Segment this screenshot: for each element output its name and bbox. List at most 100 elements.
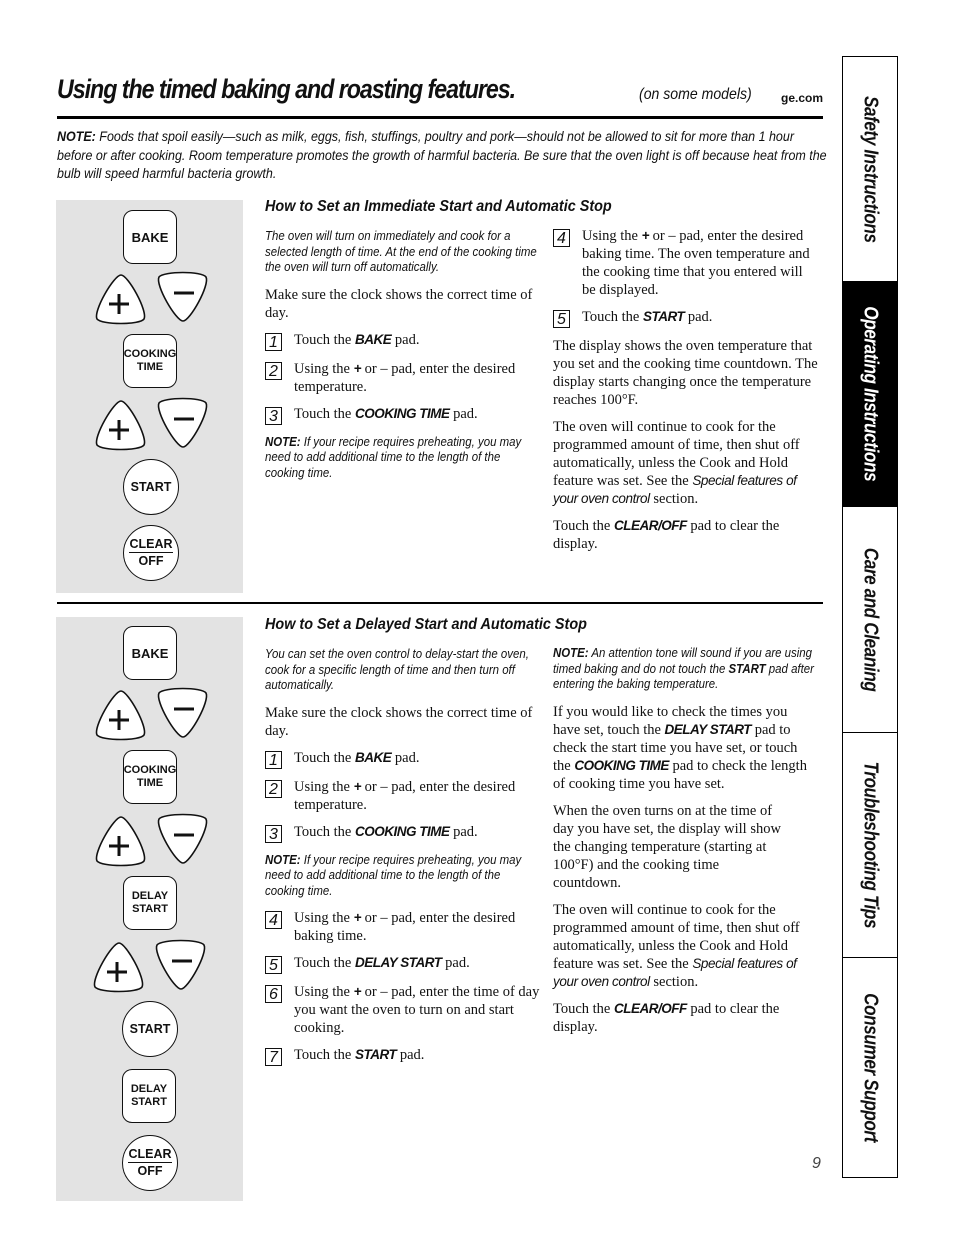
note-label: NOTE: xyxy=(553,645,589,660)
preheat-note: NOTE: If your recipe requires preheating… xyxy=(265,852,538,899)
text: Using the xyxy=(294,910,354,926)
text: Touch the xyxy=(294,1047,355,1063)
tab-label: Troubleshooting Tips xyxy=(859,761,882,929)
pad-label: TIME xyxy=(136,777,164,789)
pad-label: START xyxy=(132,903,168,915)
step-number: 3 xyxy=(265,824,282,843)
step-item: 5 Touch the DELAY START pad. xyxy=(265,954,540,974)
bake-pad[interactable]: BAKE xyxy=(123,626,177,680)
tab-care-and-cleaning[interactable]: Care and Cleaning xyxy=(843,507,897,733)
text: Using the xyxy=(294,778,354,795)
step-number: 1 xyxy=(265,332,282,351)
clear-text: Touch the CLEAR/OFF pad to clear the dis… xyxy=(553,517,818,553)
delayed-right-column: NOTE: An attention tone will sound if yo… xyxy=(553,645,818,1045)
tab-operating-instructions[interactable]: Operating Instructions xyxy=(843,282,897,507)
text: pad. xyxy=(684,309,713,325)
clear-off-pad[interactable]: CLEAR OFF xyxy=(123,525,179,581)
text: section. xyxy=(649,973,699,990)
section-divider xyxy=(57,602,823,604)
clock-text: Make sure the clock shows the correct ti… xyxy=(265,286,533,321)
delay-start-pad[interactable]: DELAY START xyxy=(122,1069,176,1123)
bake-pad[interactable]: BAKE xyxy=(123,210,177,264)
note-text: If your recipe requires preheating, you … xyxy=(265,433,522,480)
text: Touch the xyxy=(294,331,355,348)
pad-label: START xyxy=(131,1096,167,1108)
section-tabs: Safety Instructions Operating Instructio… xyxy=(842,56,898,1178)
plus-pad[interactable] xyxy=(90,941,148,993)
note-text: Foods that spoil easily—such as milk, eg… xyxy=(57,129,827,182)
bold-text: COOKING TIME xyxy=(355,405,450,421)
bold-text: DELAY START xyxy=(355,955,442,970)
page-title: Using the timed baking and roasting feat… xyxy=(57,74,516,104)
step-text: Using the + or – pad, enter the desired … xyxy=(582,227,818,299)
step-item: 3 Touch the COOKING TIME pad. xyxy=(265,823,540,843)
tab-safety-instructions[interactable]: Safety Instructions xyxy=(843,57,897,282)
step-text: Touch the BAKE pad. xyxy=(294,749,540,767)
text: Touch the xyxy=(553,1000,614,1017)
pad-label: CLEAR xyxy=(128,1147,172,1163)
cooking-time-pad[interactable]: COOKING TIME xyxy=(123,334,177,388)
section-heading-delayed: How to Set a Delayed Start and Automatic… xyxy=(265,616,587,633)
intro-text: You can set the oven control to delay-st… xyxy=(265,646,529,692)
step-text: Touch the START pad. xyxy=(582,308,818,326)
cooking-time-pad[interactable]: COOKING TIME xyxy=(123,750,177,804)
step-item: 7 Touch the START pad. xyxy=(265,1046,540,1066)
plus-pad[interactable] xyxy=(92,273,150,325)
step-number: 2 xyxy=(265,779,282,798)
bold-text: + xyxy=(353,984,362,999)
text: pad. xyxy=(449,405,478,422)
plus-pad[interactable] xyxy=(92,689,150,741)
delay-start-pad[interactable]: DELAY START xyxy=(123,876,177,930)
bold-text: CLEAR/OFF xyxy=(614,518,687,533)
continue-text: The oven will continue to cook for the p… xyxy=(553,418,818,508)
bold-text: COOKING TIME xyxy=(355,823,450,839)
step-text: Touch the COOKING TIME pad. xyxy=(294,823,540,841)
pad-label: OFF xyxy=(137,1164,163,1178)
step-item: 4 Using the + or – pad, enter the desired… xyxy=(265,909,540,945)
plus-pad[interactable] xyxy=(92,815,150,867)
minus-pad[interactable] xyxy=(154,397,212,449)
bold-text: CLEAR/OFF xyxy=(614,1000,687,1016)
text: Using the xyxy=(582,228,642,244)
step-item: 5 Touch the START pad. xyxy=(553,308,818,328)
bold-text: + xyxy=(353,360,362,376)
page-header: Using the timed baking and roasting feat… xyxy=(57,74,823,114)
minus-pad[interactable] xyxy=(154,813,212,865)
bold-text: START xyxy=(355,1047,397,1062)
step-number: 1 xyxy=(265,750,282,769)
bold-text: START xyxy=(728,660,766,676)
text: section. xyxy=(649,491,699,507)
start-pad[interactable]: START xyxy=(122,1001,178,1057)
site-link[interactable]: ge.com xyxy=(781,91,823,105)
clear-text: Touch the CLEAR/OFF pad to clear the dis… xyxy=(553,1000,818,1036)
immediate-right-column: 4 Using the + or – pad, enter the desired… xyxy=(553,227,818,562)
page-subtitle: (on some models) xyxy=(639,86,752,103)
step-item: 6 Using the + or – pad, enter the time of… xyxy=(265,983,540,1037)
step-number: 5 xyxy=(553,310,570,328)
step-item: 2 Using the + or – pad, enter the desired… xyxy=(265,778,540,814)
bold-text: COOKING TIME xyxy=(574,757,669,773)
pad-label: TIME xyxy=(136,361,164,373)
tab-troubleshooting-tips[interactable]: Troubleshooting Tips xyxy=(843,733,897,958)
start-pad[interactable]: START xyxy=(123,459,179,515)
text: Touch the xyxy=(582,309,643,325)
bold-text: START xyxy=(643,309,685,324)
pad-label: COOKING xyxy=(123,348,177,360)
step-text: Using the + or – pad, enter the desired … xyxy=(294,909,540,945)
immediate-left-column: The oven will turn on immediately and co… xyxy=(265,228,540,480)
header-rule xyxy=(57,116,823,119)
tab-consumer-support[interactable]: Consumer Support xyxy=(843,958,897,1177)
clear-off-pad[interactable]: CLEAR OFF xyxy=(122,1135,178,1191)
pad-label: DELAY xyxy=(131,890,169,902)
step-item: 1 Touch the BAKE pad. xyxy=(265,331,540,351)
tab-label: Safety Instructions xyxy=(859,95,882,243)
minus-pad[interactable] xyxy=(152,939,210,991)
minus-pad[interactable] xyxy=(154,271,212,323)
plus-pad[interactable] xyxy=(92,399,150,451)
minus-pad[interactable] xyxy=(154,687,212,739)
step-number: 2 xyxy=(265,361,282,380)
text: Touch the xyxy=(294,405,355,422)
pad-label: CLEAR xyxy=(129,537,173,553)
control-panel-delayed: BAKE COOKING TIME DELAY START START DELAY S… xyxy=(56,617,243,1201)
check-times-text: If you would like to check the times you… xyxy=(553,703,818,793)
